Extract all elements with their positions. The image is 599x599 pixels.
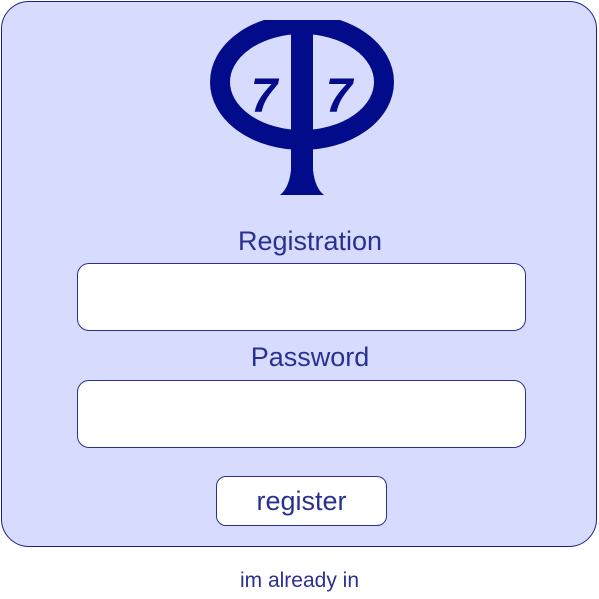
logo-right-seven: 7 <box>326 70 355 123</box>
register-button[interactable]: register <box>216 476 387 526</box>
logo-stem <box>280 24 324 195</box>
registration-card: 7 7 Registration Password register <box>1 1 597 547</box>
logo-left-seven: 7 <box>251 70 280 123</box>
password-label: Password <box>250 342 370 372</box>
password-input[interactable] <box>77 380 526 448</box>
registration-label: Registration <box>237 226 383 256</box>
phi-77-logo-icon: 7 7 <box>210 20 394 195</box>
registration-input[interactable] <box>77 263 526 331</box>
registration-page: 7 7 Registration Password register im al… <box>0 0 599 599</box>
already-registered-link[interactable]: im already in <box>0 569 599 593</box>
